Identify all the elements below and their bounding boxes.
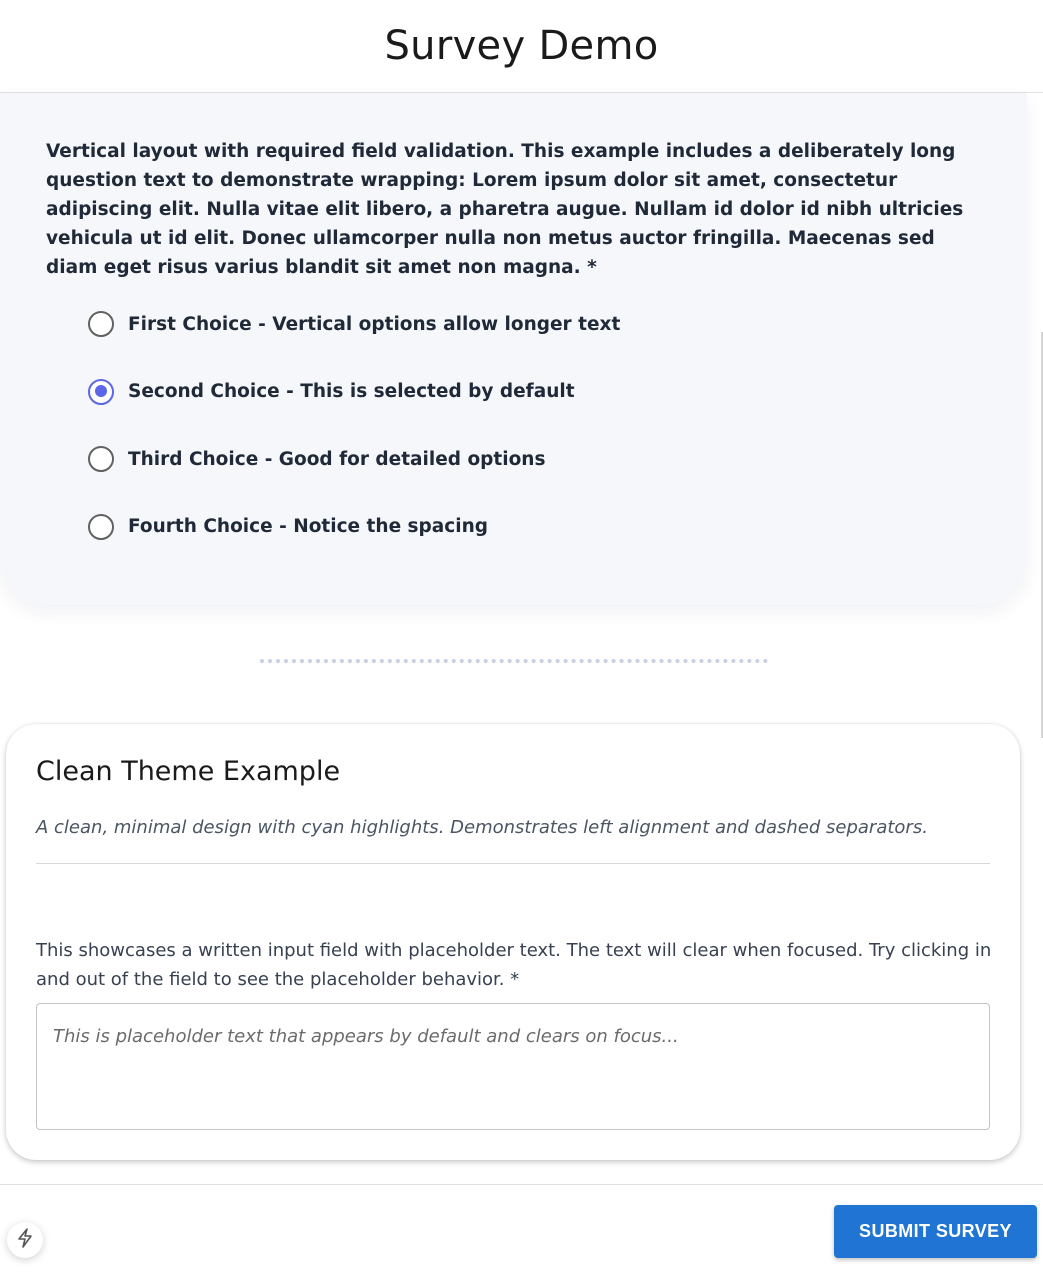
radio-option-label: Third Choice - Good for detailed options (128, 448, 546, 470)
section-separator (260, 659, 768, 663)
radio-button-unchecked[interactable] (88, 311, 114, 337)
page-header: Survey Demo (0, 0, 1043, 93)
radio-option-second[interactable]: Second Choice - This is selected by defa… (88, 368, 888, 416)
lightning-bolt-icon (16, 1227, 34, 1253)
radio-option-fourth[interactable]: Fourth Choice - Notice the spacing (88, 503, 888, 551)
radio-button-unchecked[interactable] (88, 446, 114, 472)
radio-option-label: First Choice - Vertical options allow lo… (128, 313, 621, 335)
question-title-text: This showcases a written input field wit… (36, 940, 992, 990)
radio-group: First Choice - Vertical options allow lo… (88, 300, 888, 570)
submit-survey-button[interactable]: SUBMIT SURVEY (834, 1205, 1037, 1258)
radio-option-label: Fourth Choice - Notice the spacing (128, 516, 489, 537)
radio-button-unchecked[interactable] (88, 513, 114, 540)
floating-action-button[interactable] (7, 1222, 43, 1258)
page-title: Survey Demo (384, 23, 659, 69)
comment-textarea[interactable] (36, 1003, 990, 1130)
section-divider (36, 863, 990, 864)
radio-option-third[interactable]: Third Choice - Good for detailed options (88, 435, 888, 483)
section-title: Clean Theme Example (36, 756, 341, 787)
question-title-radio: Vertical layout with required field vali… (46, 141, 964, 278)
radio-option-first[interactable]: First Choice - Vertical options allow lo… (88, 300, 888, 348)
section-description: A clean, minimal design with cyan highli… (36, 817, 928, 838)
radio-option-label: Second Choice - This is selected by defa… (128, 381, 575, 402)
radio-button-checked[interactable] (88, 378, 114, 405)
